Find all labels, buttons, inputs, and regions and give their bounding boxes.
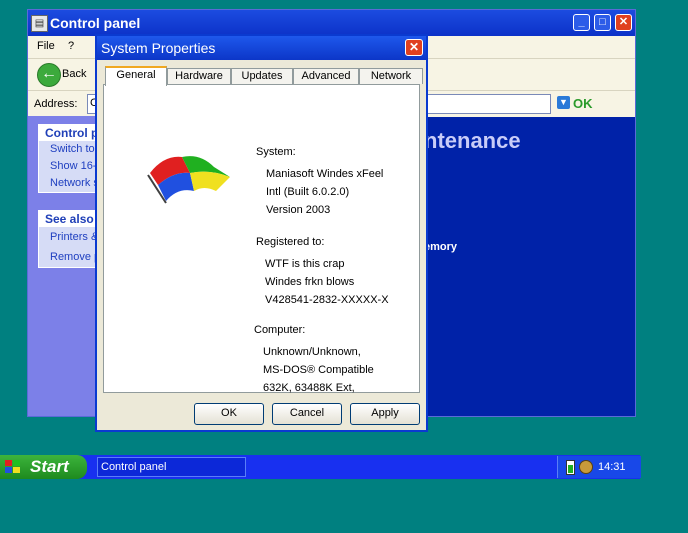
control-panel-app-icon: ▤ [31, 15, 48, 32]
computer-line: Unknown/Unknown, [263, 346, 361, 358]
computer-label: Computer: [254, 324, 306, 336]
tab-updates[interactable]: Updates [231, 68, 293, 84]
system-properties-dialog: System Properties ✕ General Hardware Upd… [95, 34, 428, 432]
dialog-title: System Properties [101, 40, 216, 56]
go-button[interactable]: OK [573, 96, 593, 111]
taskbar: Start Control panel 14:31 [0, 455, 641, 479]
windows-flag-logo [147, 156, 230, 204]
start-button[interactable]: Start [0, 455, 87, 479]
system-line: Maniasoft Windes xFeel [266, 168, 384, 180]
system-label: System: [256, 146, 296, 158]
tab-network[interactable]: Network [359, 68, 423, 84]
dialog-title-bar[interactable]: System Properties ✕ [97, 36, 426, 60]
network-globe-icon[interactable] [579, 460, 593, 474]
minimize-button[interactable]: _ [573, 14, 590, 31]
tab-general[interactable]: General [105, 66, 167, 86]
tab-advanced[interactable]: Advanced [293, 68, 359, 84]
system-tray: 14:31 [557, 456, 641, 478]
apply-button[interactable]: Apply [350, 403, 420, 425]
start-label: Start [30, 457, 69, 476]
computer-line: 632K, 63488K Ext, [263, 382, 355, 394]
control-panel-title: Control panel [50, 15, 141, 31]
general-tab-page: System: Maniasoft Windes xFeel Intl (Bui… [103, 84, 420, 394]
registered-label: Registered to: [256, 236, 325, 248]
dialog-close-button[interactable]: ✕ [405, 39, 423, 56]
back-button-label[interactable]: Back [62, 68, 86, 80]
menu-file[interactable]: File [37, 40, 55, 52]
system-line: Intl (Built 6.0.2.0) [266, 186, 350, 198]
category-link[interactable]: emory [424, 241, 457, 253]
taskbar-button-control-panel[interactable]: Control panel [97, 457, 246, 477]
computer-line: MS-DOS® Compatible [263, 364, 374, 376]
address-label: Address: [34, 98, 78, 110]
start-flag-icon [5, 460, 20, 473]
back-arrow-icon[interactable]: ← [37, 63, 61, 87]
system-line: Version 2003 [266, 204, 331, 216]
ok-button[interactable]: OK [194, 403, 264, 425]
maximize-button[interactable]: □ [594, 14, 611, 31]
control-panel-title-bar[interactable]: ▤ Control panel _ □ ✕ [28, 10, 635, 36]
registered-line: Windes frkn blows [265, 276, 355, 288]
registered-line: WTF is this crap [265, 258, 345, 270]
close-button[interactable]: ✕ [615, 14, 632, 31]
tab-hardware[interactable]: Hardware [167, 68, 231, 84]
go-arrow-icon[interactable]: ▼ [557, 96, 570, 109]
cancel-button[interactable]: Cancel [272, 403, 342, 425]
menu-help[interactable]: ? [68, 40, 74, 52]
product-key: V428541-2832-XXXXX-X [265, 294, 389, 306]
battery-icon[interactable] [566, 460, 575, 475]
clock[interactable]: 14:31 [598, 461, 626, 473]
category-heading: ntenance [424, 128, 521, 153]
